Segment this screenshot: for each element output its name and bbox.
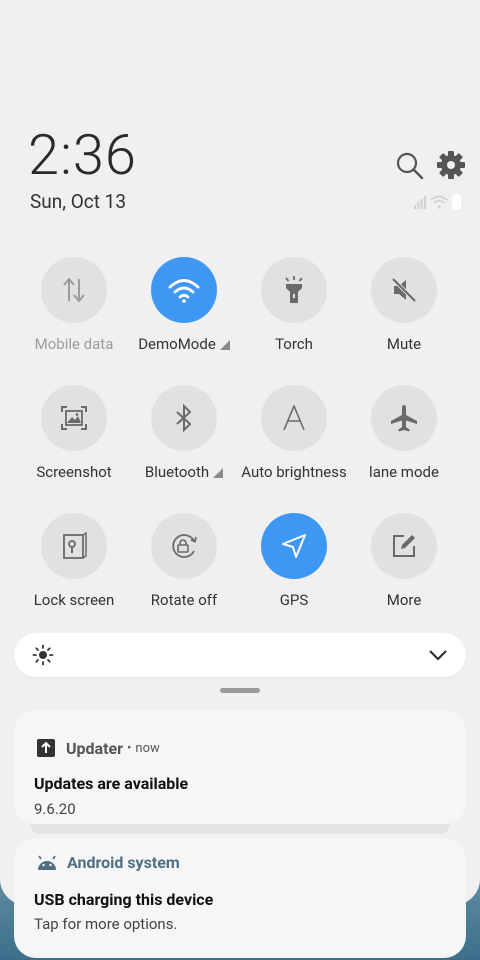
tile-rotate[interactable]: Rotate off — [129, 513, 239, 609]
tile-circle[interactable] — [151, 257, 217, 323]
tile-torch[interactable]: Torch — [239, 257, 349, 353]
quick-settings-panel: 2:36 Sun, Oct 13 Mobile data DemoMode To… — [0, 0, 480, 958]
date[interactable]: Sun, Oct 13 — [30, 190, 126, 213]
tile-label: More — [386, 591, 422, 609]
status-icons — [414, 193, 466, 209]
notification-time: now — [135, 740, 160, 756]
edit-icon — [393, 535, 415, 557]
tile-circle[interactable] — [151, 513, 217, 579]
tile-label: lane mode — [369, 463, 439, 481]
brightness-sun-icon — [32, 644, 54, 666]
tile-airplane-mode[interactable]: lane mode — [349, 385, 459, 481]
tile-label: Auto brightness — [241, 463, 347, 481]
torch-icon — [285, 276, 303, 303]
gear-icon[interactable] — [436, 150, 466, 180]
tile-wifi[interactable]: DemoMode — [129, 257, 239, 353]
airplane-icon — [391, 405, 417, 432]
tile-circle[interactable] — [41, 385, 107, 451]
notification-body: Tap for more options. — [34, 915, 178, 933]
tile-screenshot[interactable]: Screenshot — [19, 385, 129, 481]
tile-circle[interactable] — [151, 385, 217, 451]
rotate-icon — [172, 534, 197, 558]
notification-app-name: Android system — [67, 853, 180, 872]
notification-updater[interactable]: Updater • now Updates are available 9.6.… — [14, 710, 466, 824]
battery-icon — [452, 194, 461, 209]
notification-body: 9.6.20 — [34, 800, 76, 818]
tile-gps[interactable]: GPS — [239, 513, 349, 609]
tile-label: Screenshot — [36, 463, 112, 481]
notification-title: USB charging this device — [34, 890, 214, 909]
tile-circle[interactable] — [41, 513, 107, 579]
chevron-down-icon[interactable] — [428, 647, 448, 663]
dropdown-triangle-icon — [213, 468, 224, 478]
tile-more[interactable]: More — [349, 513, 459, 609]
tile-circle[interactable] — [371, 257, 437, 323]
tile-label: GPS — [279, 591, 309, 609]
brightness-slider[interactable] — [14, 633, 466, 677]
tile-circle[interactable] — [261, 257, 327, 323]
tile-bluetooth[interactable]: Bluetooth — [129, 385, 239, 481]
drag-handle[interactable] — [220, 688, 260, 693]
lock-screen-icon — [63, 532, 87, 559]
tile-label: Rotate off — [150, 591, 218, 609]
mobile-data-icon — [63, 277, 85, 303]
tile-circle[interactable] — [41, 257, 107, 323]
clock[interactable]: 2:36 — [28, 122, 137, 188]
dropdown-triangle-icon — [219, 340, 230, 350]
bluetooth-icon — [176, 404, 192, 432]
tile-mobile-data[interactable]: Mobile data — [19, 257, 129, 353]
tile-label: Bluetooth — [129, 463, 239, 481]
mute-icon — [391, 277, 417, 303]
tile-label: DemoMode — [129, 335, 239, 353]
tile-mute[interactable]: Mute — [349, 257, 459, 353]
gps-icon — [282, 534, 306, 558]
tile-auto-brightness[interactable]: Auto brightness — [239, 385, 349, 481]
tile-label: Torch — [275, 335, 313, 353]
notification-android-system[interactable]: Android system USB charging this device … — [14, 838, 466, 958]
search-icon[interactable] — [395, 151, 425, 181]
wifi-status-icon — [430, 195, 448, 209]
tile-label: Lock screen — [33, 591, 115, 609]
auto-brightness-icon — [283, 405, 305, 431]
notification-header: Updater • now — [36, 738, 160, 758]
tile-circle[interactable] — [261, 513, 327, 579]
tile-circle[interactable] — [261, 385, 327, 451]
android-icon — [38, 855, 56, 870]
tile-circle[interactable] — [371, 385, 437, 451]
tile-lock-screen[interactable]: Lock screen — [19, 513, 129, 609]
notification-app-name: Updater — [66, 738, 124, 758]
tile-label: Mute — [386, 335, 422, 353]
screenshot-icon — [61, 406, 87, 430]
notification-stack-edge — [30, 824, 450, 834]
update-arrow-icon — [37, 739, 55, 757]
notification-header: Android system — [36, 853, 180, 872]
tile-label: Mobile data — [34, 335, 114, 353]
notification-separator: • — [127, 740, 132, 756]
tile-circle[interactable] — [371, 513, 437, 579]
wifi-icon — [168, 279, 200, 303]
notification-title: Updates are available — [34, 774, 189, 793]
signal-icon — [414, 196, 426, 209]
